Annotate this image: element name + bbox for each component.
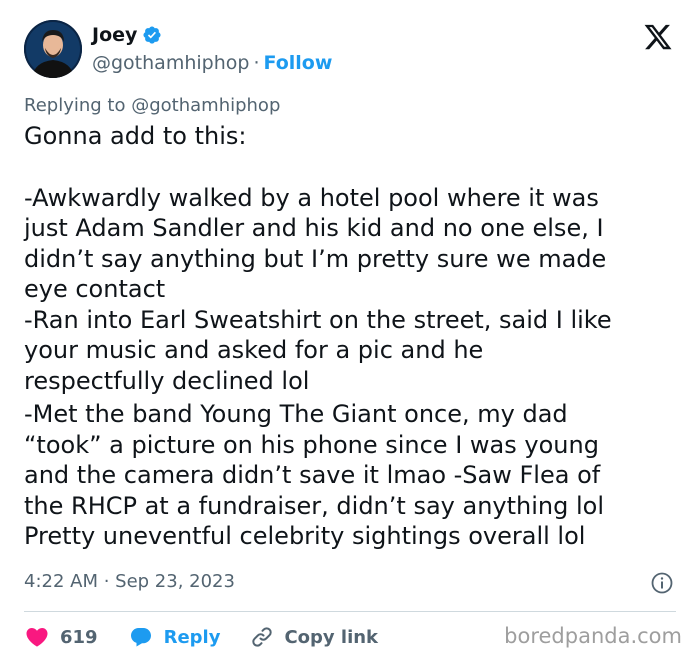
copy-link-label: Copy link: [284, 626, 379, 648]
tweet-line: the RHCP at a fundraiser, didn’t say any…: [24, 491, 604, 520]
replying-prefix: Replying to: [24, 95, 126, 116]
verified-badge-icon: [143, 26, 161, 44]
tweet-text: Gonna add to this: -Awkwardly walked by …: [24, 121, 664, 552]
author-name[interactable]: Joey: [92, 24, 137, 46]
reply-bubble-icon: [130, 628, 151, 647]
copy-link-button[interactable]: Copy link: [250, 625, 378, 649]
like-count: 619: [60, 626, 98, 648]
watermark: boredpanda.com: [504, 624, 682, 648]
follow-button[interactable]: Follow: [263, 52, 332, 74]
info-icon[interactable]: [650, 571, 674, 595]
replying-mention[interactable]: @gothamhiphop: [131, 95, 280, 116]
tweet-line: eye contact: [24, 275, 166, 303]
author-handle-row: @gothamhiphop · Follow: [92, 52, 332, 74]
author-name-row: Joey: [92, 24, 162, 46]
tweet-header: Joey @gothamhiphop · Follow: [24, 20, 676, 80]
tweet-line: Gonna add to this:: [24, 122, 247, 150]
heart-icon: [26, 628, 48, 647]
tweet-line: Pretty uneventful celebrity sightings ov…: [24, 522, 586, 550]
tweet-line: respectfully declined lol: [24, 366, 310, 395]
tweet-line: just Adam Sandler and his kid and no one…: [24, 214, 604, 242]
tweet-line: and the camera didn’t save it lmao -Saw …: [24, 461, 601, 489]
author-handle[interactable]: @gothamhiphop: [92, 52, 249, 74]
link-icon: [252, 627, 273, 647]
x-logo-icon[interactable]: [642, 22, 674, 52]
handle-separator: ·: [253, 52, 260, 74]
like-button[interactable]: 619: [24, 625, 98, 649]
reply-button[interactable]: Reply: [128, 625, 221, 649]
tweet-line: -Met the band Young The Giant once, my d…: [24, 400, 568, 428]
avatar[interactable]: [24, 20, 82, 78]
divider: [24, 611, 676, 612]
tweet-line: “took” a picture on his phone since I wa…: [24, 430, 599, 459]
tweet-timestamp[interactable]: 4:22 AM · Sep 23, 2023: [24, 571, 235, 592]
tweet-line: -Awkwardly walked by a hotel pool where …: [24, 183, 599, 212]
tweet-line: your music and asked for a pic and he: [24, 336, 484, 364]
reply-label: Reply: [163, 626, 221, 648]
tweet-line: didn’t say anything but I’m pretty sure …: [24, 244, 607, 273]
tweet-line: -Ran into Earl Sweatshirt on the street,…: [24, 305, 612, 334]
tweet-actions: 619 Reply Copy link: [24, 622, 408, 652]
replying-to: Replying to @gothamhiphop: [24, 95, 280, 116]
